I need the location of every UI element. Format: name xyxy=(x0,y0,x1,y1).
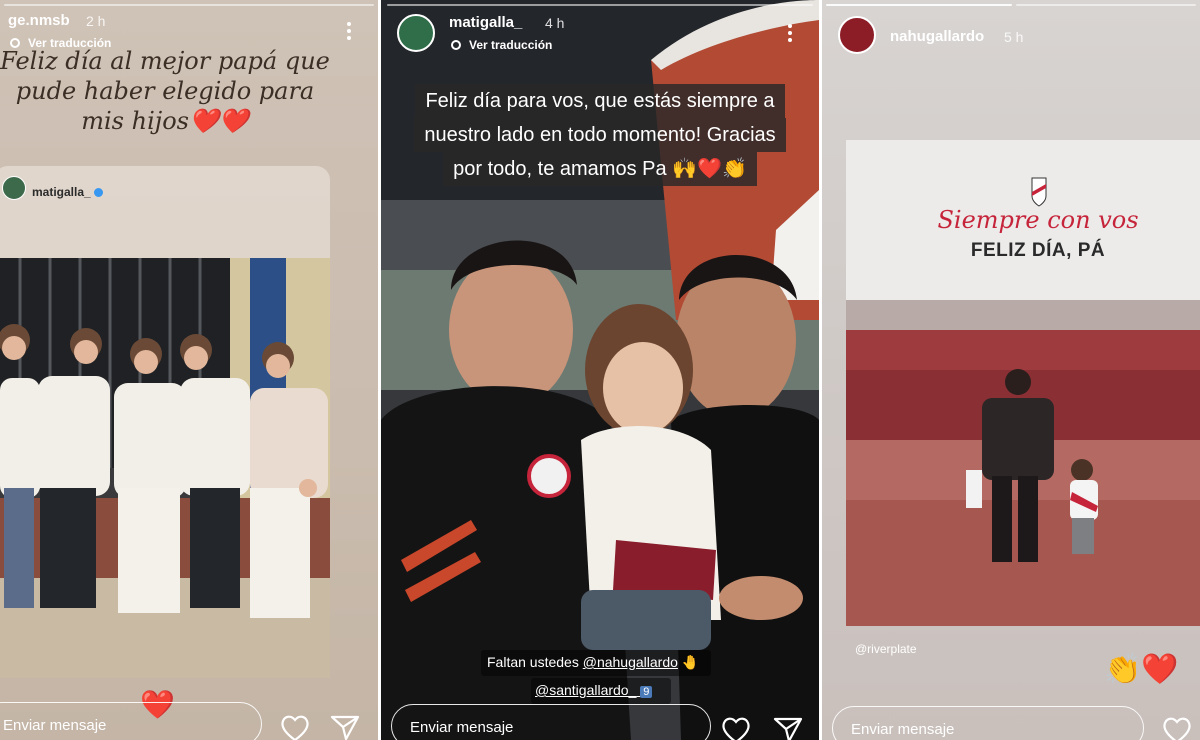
story-time: 5 h xyxy=(1004,29,1024,45)
story-progress xyxy=(4,4,374,6)
translate-label: Ver traducción xyxy=(469,38,553,52)
promo-card[interactable]: Siempre con vos FELIZ DÍA, PÁ xyxy=(846,140,1200,626)
reply-input[interactable]: Enviar mensaje xyxy=(832,706,1144,740)
caption-emoji: ❤️❤️ xyxy=(188,107,249,135)
credit-handle[interactable]: @riverplate xyxy=(855,642,917,656)
mention-prefix: Faltan ustedes xyxy=(487,654,579,670)
send-icon[interactable] xyxy=(330,714,360,740)
like-heart-icon[interactable] xyxy=(280,714,310,740)
story-progress xyxy=(387,4,813,6)
story-panel-2: matigalla_ 4 h Ver traducción Feliz día … xyxy=(381,0,819,740)
repost-username[interactable]: matigalla_ xyxy=(32,185,103,199)
like-heart-icon[interactable] xyxy=(721,716,751,740)
like-heart-icon[interactable] xyxy=(1162,716,1192,740)
reply-placeholder: Enviar mensaje xyxy=(851,721,955,738)
mention-emoji-1: 🤚 xyxy=(681,654,700,670)
story-header: matigalla_ 4 h Ver traducción xyxy=(381,0,819,60)
story-panel-1: matigalla_ ge.nmsb 2 h Ver traducción Fe… xyxy=(0,0,378,740)
reply-input[interactable]: Enviar mensaje xyxy=(391,704,711,740)
caption-line-2: nuestro lado en todo momento! Gracias xyxy=(414,118,786,152)
caption-line-1: Feliz día para vos, que estás siempre a xyxy=(415,84,785,118)
translate-link[interactable]: Ver traducción xyxy=(451,38,552,52)
user-avatar[interactable] xyxy=(838,16,876,54)
reply-input[interactable]: Enviar mensaje xyxy=(0,702,262,740)
repost-avatar xyxy=(2,176,26,200)
promo-title: FELIZ DÍA, PÁ xyxy=(970,240,1106,261)
reply-placeholder: Enviar mensaje xyxy=(410,719,514,736)
mention-santigallardo[interactable]: @santigallardo_ xyxy=(535,682,636,698)
send-icon[interactable] xyxy=(773,716,803,740)
more-options-icon[interactable] xyxy=(788,24,792,45)
story-caption: Feliz día al mejor papá que pude haber e… xyxy=(0,46,330,136)
story-progress-1 xyxy=(826,4,1012,6)
family-photo xyxy=(0,258,330,678)
story-progress-2 xyxy=(1016,4,1196,6)
story-username[interactable]: ge.nmsb xyxy=(8,12,70,29)
promo-script: Siempre con vos xyxy=(937,206,1139,234)
story-username[interactable]: matigalla_ xyxy=(449,14,522,31)
mention-row-2: @santigallardo_ 9 xyxy=(535,682,653,698)
story-panel-3: nahugallardo 5 h Siempre con vos FELIZ D… xyxy=(822,0,1200,740)
mention-emoji-2: 9 xyxy=(640,686,653,698)
user-avatar[interactable] xyxy=(397,14,435,52)
story-time: 2 h xyxy=(86,13,106,29)
story-caption: Feliz día para vos, que estás siempre a … xyxy=(381,84,819,186)
mention-row-1: Faltan ustedes @nahugallardo 🤚 xyxy=(487,654,699,671)
mention-nahugallardo[interactable]: @nahugallardo xyxy=(583,654,678,670)
caption-line-3: por todo, te amamos Pa 🙌❤️👏 xyxy=(443,152,757,186)
story-header: nahugallardo 5 h xyxy=(822,0,1200,60)
reactions: 👏❤️ xyxy=(1104,653,1179,686)
story-username[interactable]: nahugallardo xyxy=(890,28,984,45)
verified-icon xyxy=(93,188,103,198)
story-time: 4 h xyxy=(545,15,565,31)
more-options-icon[interactable] xyxy=(347,22,351,43)
translate-icon xyxy=(451,40,461,50)
caption-text: Feliz día al mejor papá que pude haber e… xyxy=(0,47,330,135)
reply-placeholder: Enviar mensaje xyxy=(3,717,107,734)
